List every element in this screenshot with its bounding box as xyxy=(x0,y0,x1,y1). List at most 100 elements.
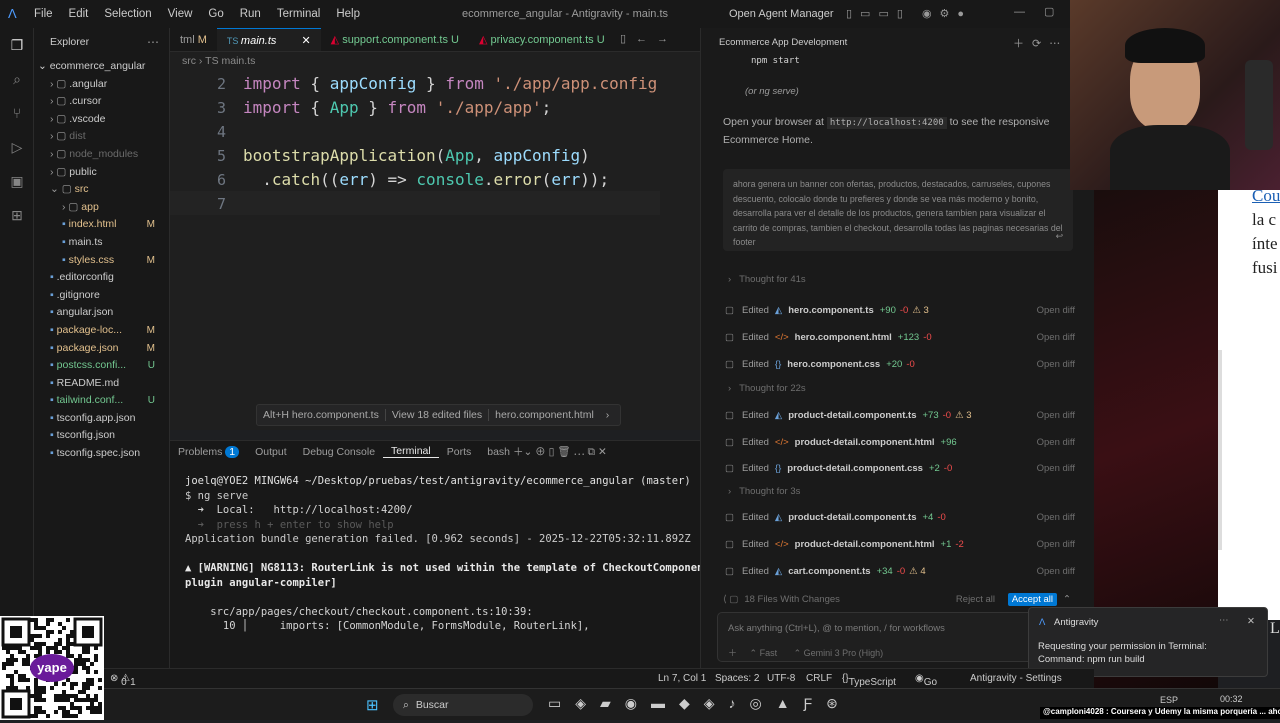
tree-item[interactable]: ▪ styles.css M xyxy=(34,252,169,270)
input-language[interactable]: ESP xyxy=(1160,695,1178,705)
go-live-button[interactable]: ◉ Go Live xyxy=(915,673,942,699)
chevron-right-icon[interactable]: › xyxy=(600,409,616,421)
open-diff-button[interactable]: Open diff xyxy=(1037,329,1075,347)
problems-status[interactable]: ⊗ 0 ⚠ 1 xyxy=(110,673,136,688)
tab-problems[interactable]: Problems 1 xyxy=(170,445,247,458)
tree-item[interactable]: ⌄ ▢ src xyxy=(34,181,169,199)
tab-html[interactable]: tml M xyxy=(170,28,217,51)
menu-terminal[interactable]: Terminal xyxy=(269,8,328,20)
tab-main-ts[interactable]: TS main.ts ✕ xyxy=(216,28,321,51)
tree-item[interactable]: ▪ README.md xyxy=(34,375,169,393)
tree-item[interactable]: ▪ tsconfig.json xyxy=(34,427,169,445)
agent-input-box[interactable]: Ask anything (Ctrl+L), @ to mention, / f… xyxy=(717,612,1077,662)
edited-file-row[interactable]: ▢ Edited ◭ hero.component.ts +90 -0 ⚠ 3 Open di… xyxy=(725,302,1075,320)
thought-summary[interactable]: › Thought for 41s xyxy=(728,274,806,285)
open-diff-button[interactable]: Open diff xyxy=(1037,509,1075,527)
tab-support-component[interactable]: ◭ support.component.ts U xyxy=(321,28,469,51)
encoding[interactable]: UTF-8 xyxy=(767,673,795,684)
previous-edit-button[interactable]: Alt+H hero.component.ts xyxy=(257,409,385,421)
undo-icon[interactable]: ↩ xyxy=(1056,229,1063,244)
edited-file-row[interactable]: ▢ Edited ◭ product-detail.component.ts +73 -0… xyxy=(725,407,1075,425)
model-selector[interactable]: ⌃ Gemini 3 Pro (High) xyxy=(794,648,884,658)
cursor-position[interactable]: Ln 7, Col 1 xyxy=(658,673,706,684)
tree-root[interactable]: ⌄ ecommerce_angular xyxy=(34,58,169,76)
next-edit-button[interactable]: hero.component.html xyxy=(489,409,600,421)
open-diff-button[interactable]: Open diff xyxy=(1037,536,1075,554)
view-edited-files-button[interactable]: View 18 edited files xyxy=(384,409,490,421)
tree-item[interactable]: › ▢ .cursor xyxy=(34,93,169,111)
edited-file-row[interactable]: ▢ Edited{} product-detail.component.css +2-… xyxy=(725,460,1075,478)
edited-file-row[interactable]: ▢ Edited ◭ cart.component.ts +34 -0 ⚠ 4 Open di… xyxy=(725,563,1075,581)
tree-item[interactable]: ▪ tailwind.conf... U xyxy=(34,392,169,410)
chevron-up-icon[interactable]: ⌃ xyxy=(1063,594,1071,605)
tree-item[interactable]: › ▢ dist xyxy=(34,128,169,146)
menu-help[interactable]: Help xyxy=(328,8,368,20)
tree-item[interactable]: ▪ postcss.confi... U xyxy=(34,357,169,375)
clock[interactable]: 00:32 xyxy=(1220,694,1243,704)
tree-item[interactable]: ▪ .editorconfig xyxy=(34,269,169,287)
tab-terminal[interactable]: Terminal xyxy=(383,445,439,458)
windows-start-icon[interactable]: ⊞ xyxy=(366,696,379,714)
menu-view[interactable]: View xyxy=(160,8,201,20)
tree-item[interactable]: › ▢ node_modules xyxy=(34,146,169,164)
tree-item[interactable]: ▪ package.json M xyxy=(34,340,169,358)
open-diff-button[interactable]: Open diff xyxy=(1037,460,1075,478)
line-ending[interactable]: CRLF xyxy=(806,673,832,684)
more-icon[interactable]: ⋯ xyxy=(1219,615,1229,626)
close-icon[interactable]: ✕ xyxy=(301,35,310,47)
edited-file-row[interactable]: ▢ Edited </> product-detail.component.html +… xyxy=(725,434,1075,452)
open-diff-button[interactable]: Open diff xyxy=(1037,302,1075,320)
search-icon[interactable]: ⌕ xyxy=(0,62,34,96)
tree-item[interactable]: › ▢ public xyxy=(34,164,169,182)
run-debug-icon[interactable]: ▷ xyxy=(0,130,34,164)
tab-debug-console[interactable]: Debug Console xyxy=(295,446,383,458)
open-diff-button[interactable]: Open diff xyxy=(1037,563,1075,581)
tab-privacy-component[interactable]: ◭ privacy.component.ts U xyxy=(469,28,615,51)
settings-status[interactable]: Antigravity - Settings xyxy=(970,673,1062,684)
editor-actions-icons[interactable]: ▯←→ xyxy=(620,32,678,45)
agent-input[interactable]: Ask anything (Ctrl+L), @ to mention, / f… xyxy=(728,623,945,634)
accept-all-button[interactable]: Accept all xyxy=(1007,592,1057,606)
menu-selection[interactable]: Selection xyxy=(96,8,159,20)
thought-summary[interactable]: › Thought for 22s xyxy=(728,383,806,394)
edited-file-row[interactable]: ▢ Edited </> hero.component.html +123 -0 Open … xyxy=(725,329,1075,347)
tree-item[interactable]: ▪ main.ts xyxy=(34,234,169,252)
tab-ports[interactable]: Ports xyxy=(439,446,480,458)
taskbar-app-icons[interactable]: ▭◈▰◉▬◆◈♪◎▲Ƒ⊛ xyxy=(548,695,852,712)
maximize-icon[interactable]: ▢ xyxy=(1044,5,1054,18)
add-context-icon[interactable]: ＋ xyxy=(728,648,737,658)
minimize-icon[interactable]: — xyxy=(1014,6,1025,18)
taskbar-search[interactable]: ⌕ Buscar xyxy=(393,694,533,716)
tree-item[interactable]: ▪ tsconfig.app.json xyxy=(34,410,169,428)
edited-file-row[interactable]: ▢ Edited ◭ product-detail.component.ts +4 -0 O… xyxy=(725,509,1075,527)
tree-item[interactable]: ▪ tsconfig.spec.json xyxy=(34,445,169,463)
tab-output[interactable]: Output xyxy=(247,446,295,458)
tree-item[interactable]: ▪ index.html M xyxy=(34,216,169,234)
indentation[interactable]: Spaces: 2 xyxy=(715,673,759,684)
edited-file-row[interactable]: ▢ Edited{} hero.component.css +20 -0 Open dif… xyxy=(725,356,1075,374)
tree-item[interactable]: › ▢ app xyxy=(34,199,169,217)
language-mode[interactable]: {} TypeScript xyxy=(842,673,896,688)
open-diff-button[interactable]: Open diff xyxy=(1037,407,1075,425)
open-diff-button[interactable]: Open diff xyxy=(1037,356,1075,374)
explorer-icon[interactable]: ❐ xyxy=(0,28,34,62)
terminal-shell-selector[interactable]: bash ＋⌄ ⊕ ▯ 🗑 ⋯ ⧉ ✕ xyxy=(479,444,615,459)
menu-file[interactable]: File xyxy=(26,8,61,20)
tree-item[interactable]: › ▢ .angular xyxy=(34,76,169,94)
edited-file-row[interactable]: ▢ Edited </> product-detail.component.html +… xyxy=(725,536,1075,554)
menu-run[interactable]: Run xyxy=(232,8,269,20)
source-control-icon[interactable]: ⑂ xyxy=(0,96,34,130)
tree-item[interactable]: ▪ package-loc... M xyxy=(34,322,169,340)
terminal[interactable]: joelq@YOE2 MINGW64 ~/Desktop/pruebas/tes… xyxy=(170,462,722,668)
open-agent-manager-button[interactable]: Open Agent Manager xyxy=(729,8,834,20)
tree-item[interactable]: › ▢ .vscode xyxy=(34,111,169,129)
extensions-icon[interactable]: ⊞ xyxy=(0,198,34,232)
more-actions-icon[interactable]: ⋯ xyxy=(147,35,159,49)
layout-toggle-icons[interactable]: ▯▭▭▯ ◉⚙● xyxy=(846,7,972,20)
remote-icon[interactable]: ▣ xyxy=(0,164,34,198)
agent-actions-icons[interactable]: ＋⟳⋯ xyxy=(1013,35,1068,51)
tree-item[interactable]: ▪ .gitignore xyxy=(34,287,169,305)
open-diff-button[interactable]: Open diff xyxy=(1037,434,1075,452)
code-editor[interactable]: 2 import { appConfig } from './app/app.co… xyxy=(170,70,700,430)
files-changed-count[interactable]: 18 Files With Changes xyxy=(744,594,840,605)
